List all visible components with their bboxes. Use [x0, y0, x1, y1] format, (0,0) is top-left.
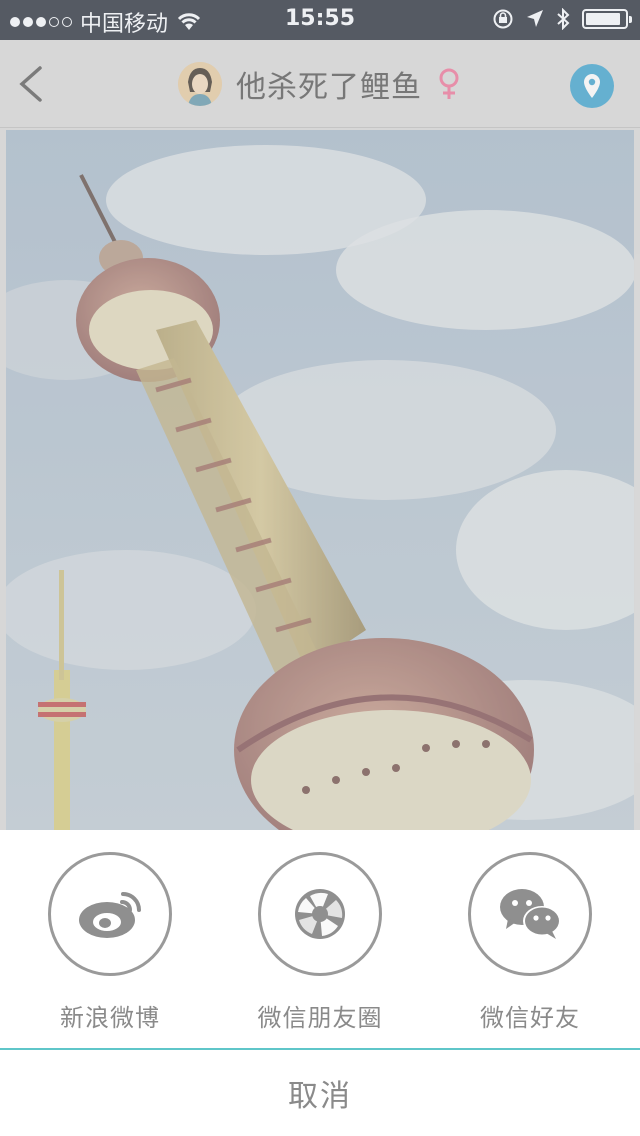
- share-weibo-button[interactable]: [48, 852, 172, 976]
- post-photo[interactable]: [6, 130, 634, 830]
- nav-bar: 他杀死了鲤鱼: [0, 40, 640, 128]
- share-wechat-button[interactable]: [468, 852, 592, 976]
- share-moments-button[interactable]: [258, 852, 382, 976]
- battery-level: [586, 13, 620, 25]
- bluetooth-icon: [557, 8, 570, 30]
- avatar[interactable]: [178, 62, 222, 106]
- share-moments-label: 微信朋友圈: [257, 1004, 383, 1032]
- share-wechat-label: 微信好友: [480, 1004, 580, 1032]
- page-title: 他杀死了鲤鱼: [236, 70, 422, 105]
- cancel-button[interactable]: 取消: [0, 1050, 640, 1136]
- battery-icon: [582, 9, 632, 29]
- orientation-lock-icon: [493, 9, 513, 29]
- location-services-icon: [527, 10, 543, 27]
- share-wechat[interactable]: 微信好友: [440, 852, 620, 1033]
- share-weibo[interactable]: 新浪微博: [20, 852, 200, 1033]
- location-button[interactable]: [570, 64, 614, 108]
- status-bar: 中国移动 15:55: [0, 0, 640, 40]
- share-sheet: 新浪微博 微信朋友圈 微信好友 取消: [0, 830, 640, 1136]
- share-weibo-label: 新浪微博: [60, 1004, 160, 1032]
- share-moments[interactable]: 微信朋友圈: [230, 852, 410, 1033]
- wechat-moments-icon: [295, 889, 345, 939]
- weibo-icon: [79, 892, 141, 938]
- tower-photo-image: [6, 130, 634, 830]
- status-right: [492, 8, 632, 30]
- share-options: 新浪微博 微信朋友圈 微信好友: [0, 852, 640, 1052]
- location-pin-icon: [584, 74, 600, 98]
- wechat-icon: [500, 889, 561, 939]
- nav-title-group: 他杀死了鲤鱼: [0, 40, 640, 128]
- avatar-image: [178, 62, 222, 106]
- female-icon: [439, 68, 459, 99]
